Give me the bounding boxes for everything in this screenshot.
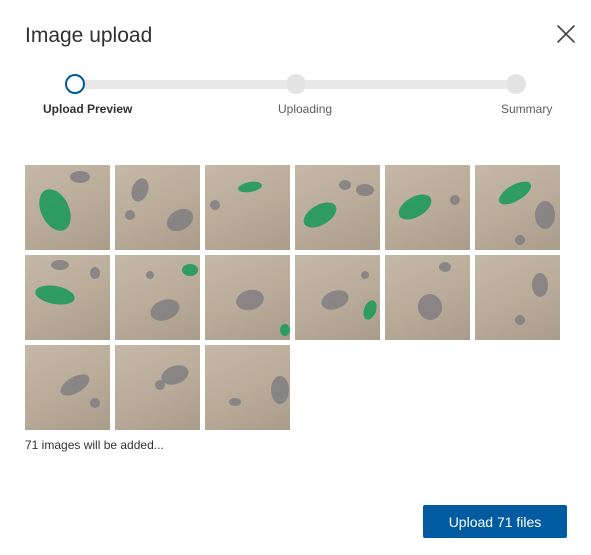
thumbnail-photo	[146, 264, 198, 321]
progress-stepper: Upload Preview Uploading Summary	[0, 70, 591, 120]
image-thumbnail[interactable]	[385, 255, 470, 340]
dialog-title: Image upload	[25, 24, 153, 47]
image-thumbnail[interactable]	[385, 165, 470, 250]
gray-figurine	[356, 184, 374, 196]
step-upload-preview-label: Upload Preview	[43, 102, 133, 116]
thumbnail-photo	[35, 260, 100, 305]
gray-figurine	[60, 374, 90, 396]
image-thumbnail[interactable]	[475, 165, 560, 250]
upload-files-button[interactable]: Upload 71 files	[423, 505, 567, 538]
gray-figurine	[166, 208, 194, 232]
close-button[interactable]	[554, 22, 578, 46]
image-upload-dialog: Image upload Upload Preview Uploading Su…	[0, 0, 591, 555]
step-summary-indicator	[506, 74, 526, 94]
thumbnail-photo	[210, 181, 262, 210]
green-figurine	[39, 189, 71, 231]
image-thumbnail[interactable]	[205, 345, 290, 430]
gray-figurine	[155, 380, 165, 390]
image-thumbnail[interactable]	[25, 255, 110, 340]
image-thumbnail[interactable]	[115, 345, 200, 430]
thumbnail-photo	[321, 271, 377, 320]
gray-figurine	[535, 201, 555, 229]
image-count-text: 71 images will be added...	[25, 438, 164, 452]
gray-figurine	[271, 376, 289, 404]
gray-figurine	[439, 262, 451, 272]
gray-figurine	[131, 178, 149, 202]
gray-figurine	[210, 200, 220, 210]
green-figurine	[280, 324, 290, 336]
green-figurine	[35, 285, 75, 305]
close-icon	[557, 25, 575, 43]
green-figurine	[238, 181, 262, 193]
thumbnail-photo	[229, 376, 289, 406]
thumbnail-photo	[60, 374, 100, 408]
gray-figurine	[515, 235, 525, 245]
green-figurine	[498, 181, 532, 205]
thumbnail-photo	[236, 289, 290, 336]
gray-figurine	[70, 171, 90, 183]
gray-figurine	[450, 195, 460, 205]
image-thumbnail[interactable]	[295, 165, 380, 250]
gray-figurine	[532, 273, 548, 297]
thumbnail-photo	[303, 180, 374, 228]
thumbnail-grid	[25, 165, 565, 430]
gray-figurine	[515, 315, 525, 325]
green-figurine	[363, 300, 377, 320]
thumbnail-photo	[417, 262, 451, 320]
thumbnail-photo	[155, 365, 189, 390]
gray-figurine	[229, 398, 241, 406]
step-summary-label: Summary	[501, 102, 553, 116]
image-thumbnail[interactable]	[25, 345, 110, 430]
gray-figurine	[90, 267, 100, 279]
gray-figurine	[51, 260, 69, 270]
image-thumbnail[interactable]	[25, 165, 110, 250]
green-figurine	[398, 194, 432, 220]
gray-figurine	[339, 180, 351, 190]
step-uploading-label: Uploading	[278, 102, 333, 116]
gray-figurine	[236, 289, 264, 311]
gray-figurine	[146, 271, 154, 279]
thumbnail-photo	[498, 181, 555, 245]
thumbnail-photo	[125, 178, 194, 232]
gray-figurine	[361, 271, 369, 279]
image-thumbnail[interactable]	[205, 255, 290, 340]
gray-figurine	[321, 290, 349, 310]
thumbnail-photo	[398, 194, 460, 220]
green-figurine	[303, 202, 337, 228]
image-thumbnail[interactable]	[205, 165, 290, 250]
thumbnail-photo	[39, 171, 90, 231]
gray-figurine	[90, 398, 100, 408]
step-upload-preview-indicator	[65, 74, 85, 94]
gray-figurine	[150, 299, 180, 321]
image-thumbnail[interactable]	[475, 255, 560, 340]
gray-figurine	[417, 294, 443, 320]
step-uploading-indicator	[286, 74, 306, 94]
green-figurine	[182, 264, 198, 276]
image-thumbnail[interactable]	[115, 165, 200, 250]
gray-figurine	[125, 210, 135, 220]
image-thumbnail[interactable]	[295, 255, 380, 340]
image-thumbnail[interactable]	[115, 255, 200, 340]
thumbnail-photo	[515, 273, 548, 325]
